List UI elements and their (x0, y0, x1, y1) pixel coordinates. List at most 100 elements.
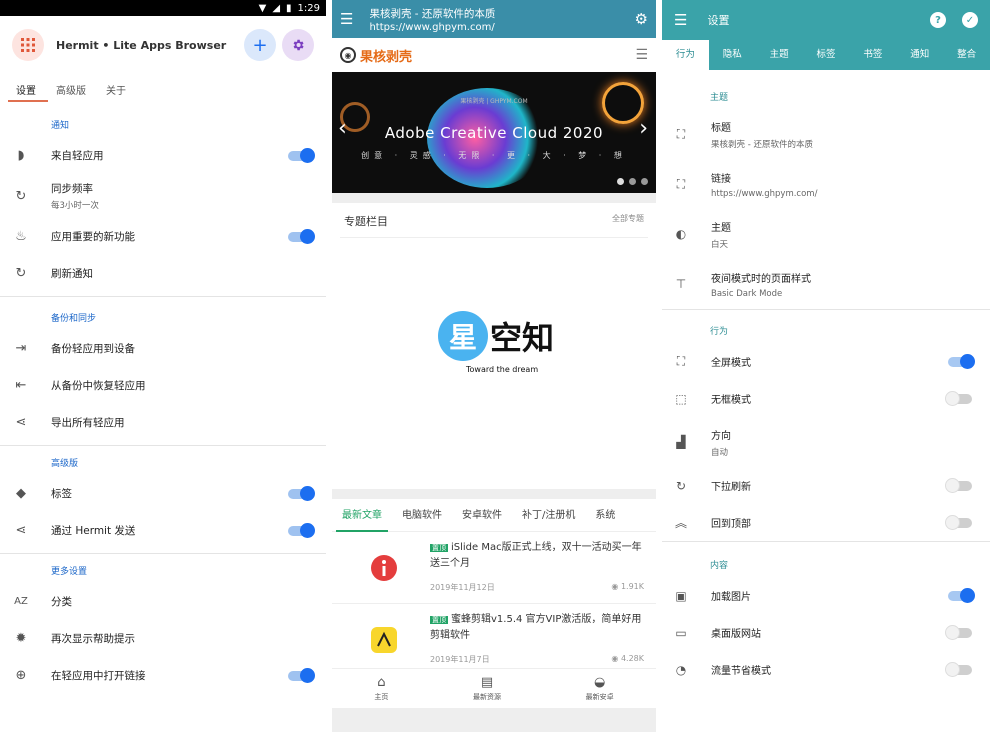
tab-premium[interactable]: 高级版 (46, 74, 96, 104)
tab-settings[interactable]: 设置 (6, 74, 48, 104)
settings-gear-button[interactable] (282, 29, 314, 61)
article-item[interactable]: 置顶 蜜蜂剪辑v1.5.4 官方VIP激活版，简单好用剪辑软件 2019年11月7… (332, 604, 656, 676)
eye-icon: ◉ (611, 654, 621, 663)
section-content: 内容 (710, 561, 729, 571)
row-refresh-notify[interactable]: ↻ 刷新通知 (0, 255, 326, 292)
row-sync-frequency[interactable]: ↻ 同步频率 每3小时一次 (0, 174, 326, 218)
tab-privacy[interactable]: 隐私 (709, 40, 756, 70)
tab-latest[interactable]: 最新文章 (332, 499, 392, 532)
toggle-send-hermit[interactable] (288, 522, 315, 538)
row-load-images[interactable]: ▣ 加载图片 (662, 577, 990, 614)
section-premium: 高级版 (51, 459, 79, 469)
fullscreen-icon: ⛶ (676, 176, 686, 191)
row-desktop-site[interactable]: ▭ 桌面版网站 (662, 614, 990, 651)
row-back-top[interactable]: ︽ 回到顶部 (662, 504, 990, 541)
newspaper-icon: ▤ (480, 675, 494, 690)
row-open-links[interactable]: ⊕ 在轻应用中打开链接 (0, 657, 326, 694)
help-icon[interactable]: ? (930, 12, 946, 28)
tab-behavior[interactable]: 行为 (662, 40, 709, 70)
toggle-tags[interactable] (288, 485, 315, 501)
check-icon[interactable]: ✓ (962, 12, 978, 28)
row-label: 夜间模式时的页面样式 (711, 273, 811, 285)
carousel-dot[interactable] (641, 178, 648, 185)
tab-about[interactable]: 关于 (96, 74, 136, 104)
hamburger-menu-icon[interactable]: ☰ (340, 10, 353, 28)
row-important-features[interactable]: ♨ 应用重要的新功能 (0, 218, 326, 255)
nav-home[interactable]: ⌂ 主页 (374, 669, 388, 708)
row-label: 分类 (51, 596, 72, 608)
row-link[interactable]: ⛶ 链接 https://www.ghpym.com/ (662, 159, 990, 209)
row-orientation[interactable]: ▟ 方向 自动 (662, 417, 990, 467)
row-export-all[interactable]: ⋖ 导出所有轻应用 (0, 404, 326, 441)
row-night-style[interactable]: ⊤ 夜间模式时的页面样式 Basic Dark Mode (662, 259, 990, 309)
status-time: 1:29 (297, 2, 320, 14)
app-title: Hermit • Lite Apps Browser (56, 38, 227, 52)
nav-label: 最新安卓 (585, 693, 614, 701)
site-menu-icon[interactable]: ☰ (635, 47, 648, 63)
article-date: 2019年11月12日 (430, 583, 495, 592)
row-frameless[interactable]: ⬚ 无框模式 (662, 380, 990, 417)
row-data-saver[interactable]: ◔ 流量节省模式 (662, 651, 990, 688)
tab-integration[interactable]: 整合 (943, 40, 990, 70)
all-specials-link[interactable]: 全部专题 (612, 213, 644, 229)
row-value: 果核剥壳 - 还原软件的本质 (711, 139, 813, 150)
toggle-from-lite[interactable] (288, 147, 315, 163)
rss-icon: ◗ (17, 148, 25, 163)
row-backup-device[interactable]: ⇥ 备份轻应用到设备 (0, 330, 326, 367)
toggle-back-top[interactable] (945, 514, 972, 530)
nav-latest-android[interactable]: ◒ 最新安卓 (586, 669, 614, 708)
row-send-hermit[interactable]: ⋖ 通过 Hermit 发送 (0, 512, 326, 549)
share-icon: ⋖ (15, 415, 27, 430)
banner-carousel[interactable]: 果核剥壳 | GHPYM.COM Adobe Creative Cloud 20… (332, 72, 656, 193)
refresh-icon: ↻ (15, 266, 27, 281)
web-app-panel: ☰ 果核剥壳 - 还原软件的本质 https://www.ghpym.com/ … (332, 0, 656, 732)
toggle-important[interactable] (288, 228, 315, 244)
tab-bookmarks[interactable]: 书签 (849, 40, 896, 70)
tab-notifications[interactable]: 通知 (896, 40, 943, 70)
toggle-pull-refresh[interactable] (945, 477, 972, 493)
row-label: 标题 (711, 122, 731, 134)
flame-icon: ♨ (15, 229, 27, 244)
gear-icon[interactable]: ⚙ (635, 10, 648, 28)
tab-patches[interactable]: 补丁/注册机 (512, 499, 585, 532)
chevron-left-icon[interactable]: ‹ (338, 116, 347, 141)
row-fullscreen[interactable]: ⛶ 全屏模式 (662, 343, 990, 380)
tab-theme[interactable]: 主题 (756, 40, 803, 70)
tab-tags[interactable]: 标签 (803, 40, 850, 70)
toggle-data-saver[interactable] (945, 661, 972, 677)
toggle-frameless[interactable] (945, 390, 972, 406)
toggle-fullscreen[interactable] (948, 353, 975, 369)
article-title: iSlide Mac版正式上线，双十一活动买一年送三个月 (430, 542, 642, 569)
eye-icon: ◉ (611, 582, 621, 591)
row-title[interactable]: ⛶ 标题 果核剥壳 - 还原软件的本质 (662, 109, 990, 159)
add-button[interactable]: + (244, 29, 276, 61)
row-restore[interactable]: ⇤ 从备份中恢复轻应用 (0, 367, 326, 404)
article-item[interactable]: 置顶 iSlide Mac版正式上线，双十一活动买一年送三个月 2019年11月1… (332, 532, 656, 604)
toggle-open-links[interactable] (288, 667, 315, 683)
row-label: 回到顶部 (711, 519, 751, 530)
row-label: 应用重要的新功能 (51, 231, 135, 243)
tab-android-software[interactable]: 安卓软件 (452, 499, 512, 532)
app-menu-icon[interactable] (12, 29, 44, 61)
row-pull-refresh[interactable]: ↻ 下拉刷新 (662, 467, 990, 504)
hamburger-menu-icon[interactable]: ☰ (674, 11, 687, 29)
toggle-desktop-site[interactable] (945, 624, 972, 640)
tab-system[interactable]: 系统 (585, 499, 625, 532)
row-tags[interactable]: ◆ 标签 (0, 475, 326, 512)
row-from-lite[interactable]: ◗ 来自轻应用 (0, 137, 326, 174)
settings-topbar: ☰ 设置 ? ✓ (662, 0, 990, 40)
nav-latest-resources[interactable]: ▤ 最新资源 (473, 669, 501, 708)
settings-title: 设置 (707, 14, 730, 27)
article-thumbnail (344, 540, 424, 595)
toggle-load-images[interactable] (948, 587, 975, 603)
site-logo[interactable]: ◉ 果核剥壳 (340, 46, 412, 65)
carousel-dot[interactable] (617, 178, 624, 185)
row-label: 流量节省模式 (711, 666, 771, 677)
carousel-dot[interactable] (629, 178, 636, 185)
chevron-right-icon[interactable]: › (639, 116, 648, 141)
webapp-url: https://www.ghpym.com/ (369, 21, 495, 33)
row-help-again[interactable]: ✹ 再次显示帮助提示 (0, 620, 326, 657)
row-theme[interactable]: ◐ 主题 白天 (662, 209, 990, 259)
row-category[interactable]: AZ 分类 (0, 583, 326, 620)
tab-pc-software[interactable]: 电脑软件 (392, 499, 452, 532)
